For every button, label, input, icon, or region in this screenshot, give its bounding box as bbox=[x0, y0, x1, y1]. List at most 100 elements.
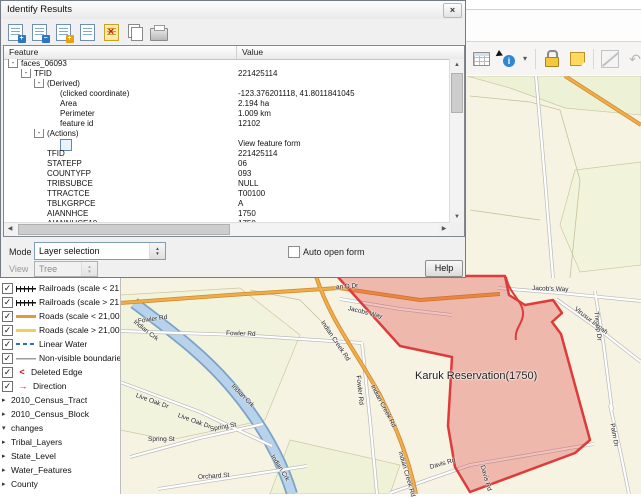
water-line-symbol-icon bbox=[16, 340, 36, 349]
tree-feature-label: (Actions) bbox=[47, 129, 79, 138]
scroll-down-icon[interactable]: ▼ bbox=[450, 211, 464, 223]
identify-dropdown-button[interactable]: ▾ bbox=[520, 47, 530, 71]
scrollbar-thumb[interactable] bbox=[451, 73, 463, 113]
column-header-feature[interactable]: Feature bbox=[9, 46, 38, 59]
expand-arrow-icon[interactable]: ▸ bbox=[2, 452, 11, 460]
layer-group-item[interactable]: ▸Water_Features bbox=[0, 463, 120, 477]
measure-button[interactable] bbox=[599, 47, 621, 71]
layer-group-item[interactable]: ▸Tribal_Layers bbox=[0, 435, 120, 449]
open-form-button[interactable] bbox=[76, 21, 98, 43]
layer-label: Roads (scale < 21,000) bbox=[39, 311, 120, 321]
close-button[interactable]: × bbox=[443, 3, 462, 18]
print-button[interactable] bbox=[148, 21, 170, 43]
expand-arrow-icon[interactable]: ▸ bbox=[2, 466, 11, 474]
clear-results-button[interactable]: × bbox=[100, 21, 122, 43]
layer-checkbox[interactable]: ✓ bbox=[2, 283, 13, 294]
collapse-box-icon[interactable]: - bbox=[34, 129, 44, 138]
layer-group-item[interactable]: ▸2010_Census_Tract bbox=[0, 393, 120, 407]
tree-feature-label: TRIBSUBCE bbox=[47, 179, 93, 188]
scrollbar-thumb[interactable] bbox=[18, 224, 230, 235]
expand-new-results-button[interactable]: + bbox=[52, 21, 74, 43]
expand-arrow-icon[interactable]: ▸ bbox=[2, 410, 11, 418]
layer-group-item[interactable]: ▸State_Level bbox=[0, 449, 120, 463]
identify-toolbar: + − + × bbox=[1, 19, 465, 46]
horizontal-scrollbar[interactable]: ◀ ▶ bbox=[4, 222, 450, 236]
tree-row[interactable]: (clicked coordinate)-123.376201118, 41.8… bbox=[4, 89, 450, 99]
collapse-box-icon[interactable]: - bbox=[8, 59, 18, 68]
tree-row[interactable]: TTRACTCET00100 bbox=[4, 189, 450, 199]
layer-checkbox[interactable]: ✓ bbox=[2, 367, 13, 378]
annotation-button[interactable] bbox=[566, 47, 588, 71]
layer-item[interactable]: ✓Non-visible boundaries bbox=[0, 351, 120, 365]
dropdown-arrow-icon: ▾ bbox=[523, 54, 527, 63]
copy-button[interactable] bbox=[124, 21, 146, 43]
layer-item[interactable]: ✓<Deleted Edge bbox=[0, 365, 120, 379]
results-tree: Feature Value -faces_06093-TFID221425114… bbox=[3, 45, 465, 237]
tree-row[interactable]: -(Actions) bbox=[4, 129, 450, 139]
layer-item[interactable]: ✓Linear Water bbox=[0, 337, 120, 351]
expand-arrow-icon[interactable]: ▸ bbox=[2, 396, 11, 404]
layer-checkbox[interactable]: ✓ bbox=[2, 325, 13, 336]
tree-row[interactable]: -faces_06093 bbox=[4, 59, 450, 69]
rail-symbol-icon bbox=[16, 284, 36, 293]
expand-tree-button[interactable]: + bbox=[4, 21, 26, 43]
tree-row[interactable]: COUNTYFP093 bbox=[4, 169, 450, 179]
layer-item[interactable]: ✓Roads (scale > 21,000) bbox=[0, 323, 120, 337]
tree-row[interactable]: TBLKGRPCEA bbox=[4, 199, 450, 209]
vertical-scrollbar[interactable]: ▲ ▼ bbox=[449, 59, 464, 223]
layer-group-item[interactable]: ▸2010_Census_Block bbox=[0, 407, 120, 421]
tree-value: A bbox=[238, 199, 450, 209]
tree-value: 221425114 bbox=[238, 149, 450, 159]
collapse-box-icon[interactable]: - bbox=[21, 69, 31, 78]
auto-open-form-checkbox[interactable] bbox=[288, 246, 300, 258]
dialog-titlebar[interactable]: Identify Results × bbox=[1, 1, 465, 20]
collapse-tree-button[interactable]: − bbox=[28, 21, 50, 43]
tree-value: NULL bbox=[238, 179, 450, 189]
layer-group-item[interactable]: ▸County bbox=[0, 477, 120, 491]
column-header-value[interactable]: Value bbox=[236, 46, 263, 59]
layer-label: Direction bbox=[33, 381, 67, 391]
expand-arrow-icon[interactable]: ▸ bbox=[2, 438, 11, 446]
collapse-box-icon[interactable]: - bbox=[34, 79, 44, 88]
attribute-table-button[interactable] bbox=[470, 47, 492, 71]
layer-checkbox[interactable]: ✓ bbox=[2, 297, 13, 308]
tree-row[interactable]: -TFID221425114 bbox=[4, 69, 450, 79]
tree-row[interactable]: TRIBSUBCE NULL bbox=[4, 179, 450, 189]
lock-button[interactable] bbox=[541, 47, 563, 71]
tree-rows: -faces_06093-TFID221425114-(Derived)(cli… bbox=[4, 59, 450, 223]
help-button[interactable]: Help bbox=[425, 260, 463, 277]
layer-label: 2010_Census_Block bbox=[11, 409, 89, 419]
tree-row[interactable]: Perimeter1.009 km bbox=[4, 109, 450, 119]
tree-row[interactable]: View feature form bbox=[4, 139, 450, 149]
expand-arrow-icon[interactable]: ▸ bbox=[2, 480, 11, 488]
tree-row[interactable]: Area2.194 ha bbox=[4, 99, 450, 109]
view-combobox[interactable]: Tree ▲▼ bbox=[34, 261, 98, 277]
layer-checkbox[interactable]: ✓ bbox=[2, 353, 13, 364]
layer-checkbox[interactable]: ✓ bbox=[2, 381, 13, 392]
layer-item[interactable]: ✓ Roads (scale < 21,000) bbox=[0, 309, 120, 323]
expand-arrow-icon[interactable]: ▾ bbox=[2, 424, 11, 432]
mode-combobox[interactable]: Layer selection ▲▼ bbox=[34, 242, 166, 260]
tree-row[interactable]: -(Derived) bbox=[4, 79, 450, 89]
layer-item[interactable]: ✓→Direction bbox=[0, 379, 120, 393]
layer-label: Deleted Edge bbox=[31, 367, 83, 377]
layer-group-item[interactable]: ▾changes bbox=[0, 421, 120, 435]
layer-item[interactable]: ✓Railroads (scale < 21,... bbox=[0, 281, 120, 295]
undo-button[interactable]: ↶ bbox=[624, 47, 641, 71]
identify-features-button[interactable]: i bbox=[495, 47, 517, 71]
layer-checkbox[interactable]: ✓ bbox=[2, 311, 13, 322]
tree-row[interactable]: AIANNHCE1750 bbox=[4, 209, 450, 219]
tree-row[interactable]: TFID221425114 bbox=[4, 149, 450, 159]
layer-label: Water_Features bbox=[11, 465, 72, 475]
layer-item[interactable]: ✓Railroads (scale > 21,... bbox=[0, 295, 120, 309]
view-label: View bbox=[9, 264, 28, 274]
attribute-table-icon bbox=[473, 52, 490, 66]
tree-feature-label: faces_06093 bbox=[21, 59, 67, 68]
scroll-left-icon[interactable]: ◀ bbox=[4, 223, 16, 236]
tree-row[interactable]: feature id12102 bbox=[4, 119, 450, 129]
scroll-up-icon[interactable]: ▲ bbox=[450, 59, 464, 71]
tree-row[interactable]: STATEFP06 bbox=[4, 159, 450, 169]
combo-arrows-icon: ▲▼ bbox=[149, 243, 165, 259]
layer-checkbox[interactable]: ✓ bbox=[2, 339, 13, 350]
scroll-right-icon[interactable]: ▶ bbox=[438, 223, 450, 236]
